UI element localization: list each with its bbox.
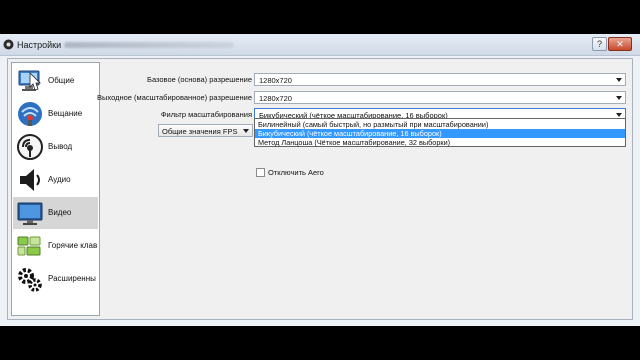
broadcast-icon [18, 102, 42, 126]
monitor-icon [17, 202, 43, 225]
output-resolution-value: 1280x720 [259, 94, 292, 103]
sidebar-item-output[interactable]: Вывод [13, 131, 98, 163]
chevron-down-icon [616, 78, 622, 82]
window-title: Настройки [17, 40, 62, 50]
general-icon [18, 70, 41, 91]
sidebar-item-hotkeys[interactable]: Горячие клав [13, 230, 98, 262]
fps-type-select[interactable]: Общие значения FPS [158, 124, 253, 137]
output-resolution-select[interactable]: 1280x720 [254, 91, 626, 104]
sidebar-item-label: Вещание [48, 109, 83, 118]
base-resolution-label: Базовое (основа) разрешение [147, 75, 252, 84]
blurred-title-text [64, 42, 234, 48]
base-resolution-value: 1280x720 [259, 76, 292, 85]
settings-sidebar: Общие Вещание Вывод Аудио Видео Горячие … [11, 62, 100, 316]
sidebar-item-label: Вывод [48, 142, 73, 151]
sidebar-item-label: Видео [48, 208, 72, 217]
base-resolution-select[interactable]: 1280x720 [254, 73, 626, 86]
keyboard-icon [17, 236, 41, 256]
sidebar-item-advanced[interactable]: Расширенны [13, 263, 98, 295]
chevron-down-icon [616, 113, 622, 117]
fps-type-value: Общие значения FPS [162, 127, 238, 136]
chevron-down-icon [243, 129, 249, 133]
speaker-icon [20, 169, 40, 191]
downscale-filter-label: Фильтр масштабирования [160, 110, 252, 119]
sidebar-item-broadcast[interactable]: Вещание [13, 98, 98, 130]
sidebar-item-label: Горячие клав [48, 241, 98, 250]
sidebar-item-label: Аудио [48, 175, 71, 184]
output-icon [17, 134, 43, 160]
dropdown-option-bicubic[interactable]: Бикубический (чёткое масштабирование, 16… [255, 129, 625, 138]
help-button[interactable]: ? [592, 37, 607, 51]
disable-aero-checkbox[interactable] [256, 168, 265, 177]
title-bar[interactable]: Настройки ? ✕ [0, 34, 640, 56]
downscale-filter-dropdown: Билинейный (самый быстрый, но размытый п… [254, 118, 626, 147]
sidebar-item-general[interactable]: Общие [13, 65, 98, 97]
close-button[interactable]: ✕ [608, 37, 632, 51]
gears-icon [18, 268, 42, 292]
output-resolution-label: Выходное (масштабированное) разрешение [97, 93, 252, 102]
sidebar-item-video[interactable]: Видео [13, 197, 98, 229]
sidebar-item-label: Общие [48, 76, 75, 85]
dropdown-option-bilinear[interactable]: Билинейный (самый быстрый, но размытый п… [255, 120, 625, 129]
dropdown-option-lanczos[interactable]: Метод Ланцоша (Чёткое масштабирование, 3… [255, 138, 625, 147]
app-icon [3, 39, 14, 50]
disable-aero-label[interactable]: Отключить Aero [268, 168, 324, 177]
sidebar-item-audio[interactable]: Аудио [13, 164, 98, 196]
sidebar-item-label: Расширенны [48, 274, 96, 283]
chevron-down-icon [616, 96, 622, 100]
